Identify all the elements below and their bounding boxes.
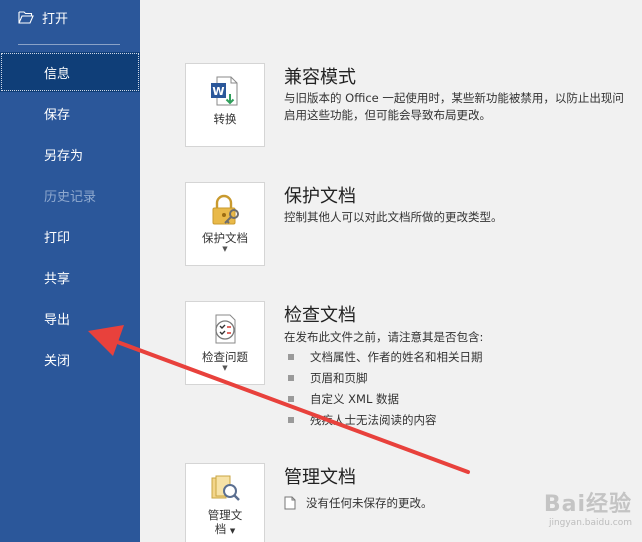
nav-history: 历史记录 (0, 175, 140, 215)
bullet-text: 文档属性、作者的姓名和相关日期 (310, 349, 483, 364)
bullet-text: 页眉和页脚 (310, 370, 368, 385)
bullet-square-icon (288, 374, 294, 381)
nav-open-label: 打开 (42, 11, 69, 27)
watermark-main: Bai经验 (543, 492, 632, 517)
chevron-down-icon: ▼ (222, 245, 228, 253)
inspect-desc: 在发布此文件之前，请注意其是否包含: (284, 330, 484, 344)
info-panel: W 转换 兼容模式 与旧版本的 Office 一起使用时，某些新功能被禁用，以防… (140, 0, 642, 542)
manage-document-button[interactable]: 管理文 档 ▼ (185, 463, 265, 542)
chevron-down-icon: ▼ (229, 527, 236, 535)
manage-label-line1: 管理文 (207, 508, 243, 522)
check-issues-button[interactable]: 检查问题 ▼ (185, 301, 265, 385)
nav-print[interactable]: 打印 (0, 216, 140, 256)
compat-desc-line1: 与旧版本的 Office 一起使用时，某些新功能被禁用，以防止出现问 (284, 91, 624, 105)
nav-save-as-label: 另存为 (44, 148, 84, 164)
convert-button[interactable]: W 转换 (185, 63, 265, 147)
compat-desc-line2: 启用这些功能，但可能会导致布局更改。 (284, 108, 491, 122)
nav-close[interactable]: 关闭 (0, 339, 140, 379)
baidu-watermark: Bai经验 jingyan.baidu.com (544, 486, 632, 528)
nav-save-as[interactable]: 另存为 (0, 134, 140, 174)
nav-info[interactable]: 信息 (0, 52, 140, 92)
protect-document-button-label: 保护文档 (202, 231, 248, 245)
bullet-square-icon (288, 416, 294, 423)
manage-note-text: 没有任何未保存的更改。 (306, 496, 433, 510)
nav-info-label: 信息 (44, 66, 71, 82)
backstage-sidebar: 打开 信息 保存 另存为 历史记录 打印 共享 导出 关闭 (0, 0, 140, 542)
protect-document-button[interactable]: 保护文档 ▼ (185, 182, 265, 266)
compat-title: 兼容模式 (284, 67, 356, 88)
lock-key-icon (212, 194, 239, 225)
list-item: 文档属性、作者的姓名和相关日期 (284, 346, 483, 367)
nav-share-label: 共享 (44, 271, 71, 287)
svg-text:W: W (212, 85, 224, 98)
manage-document-button-label: 管理文 档 ▼ (208, 508, 243, 538)
nav-save-label: 保存 (44, 107, 71, 123)
manage-note: 没有任何未保存的更改。 (284, 495, 433, 511)
manage-title: 管理文档 (284, 467, 356, 488)
list-item: 自定义 XML 数据 (284, 388, 483, 409)
nav-close-label: 关闭 (44, 353, 71, 369)
folder-open-icon (18, 11, 34, 24)
manage-document-icon (211, 475, 240, 501)
nav-share[interactable]: 共享 (0, 257, 140, 297)
inspect-checklist-icon (215, 314, 236, 344)
sidebar-divider (18, 44, 120, 45)
nav-print-label: 打印 (44, 230, 71, 246)
convert-button-label: 转换 (213, 112, 237, 126)
chevron-down-icon: ▼ (222, 364, 228, 372)
list-item: 残疾人士无法阅读的内容 (284, 409, 483, 430)
bullet-text: 残疾人士无法阅读的内容 (310, 412, 437, 427)
document-icon (284, 496, 296, 510)
list-item: 页眉和页脚 (284, 367, 483, 388)
watermark-sub: jingyan.baidu.com (548, 518, 632, 528)
inspect-bullet-list: 文档属性、作者的姓名和相关日期 页眉和页脚 自定义 XML 数据 残疾人士无法阅… (284, 346, 483, 430)
bullet-square-icon (288, 395, 294, 402)
word-convert-icon: W (211, 76, 238, 106)
bullet-square-icon (288, 353, 294, 360)
inspect-title: 检查文档 (284, 305, 356, 326)
nav-history-label: 历史记录 (44, 189, 97, 205)
bullet-text: 自定义 XML 数据 (310, 391, 400, 406)
nav-save[interactable]: 保存 (0, 93, 140, 133)
manage-label-line2: 档 (214, 522, 227, 536)
nav-export[interactable]: 导出 (0, 298, 140, 338)
check-issues-button-label: 检查问题 (202, 350, 248, 364)
protect-title: 保护文档 (284, 186, 356, 207)
protect-desc: 控制其他人可以对此文档所做的更改类型。 (284, 210, 503, 224)
nav-export-label: 导出 (44, 312, 71, 328)
nav-open[interactable]: 打开 (18, 6, 68, 28)
